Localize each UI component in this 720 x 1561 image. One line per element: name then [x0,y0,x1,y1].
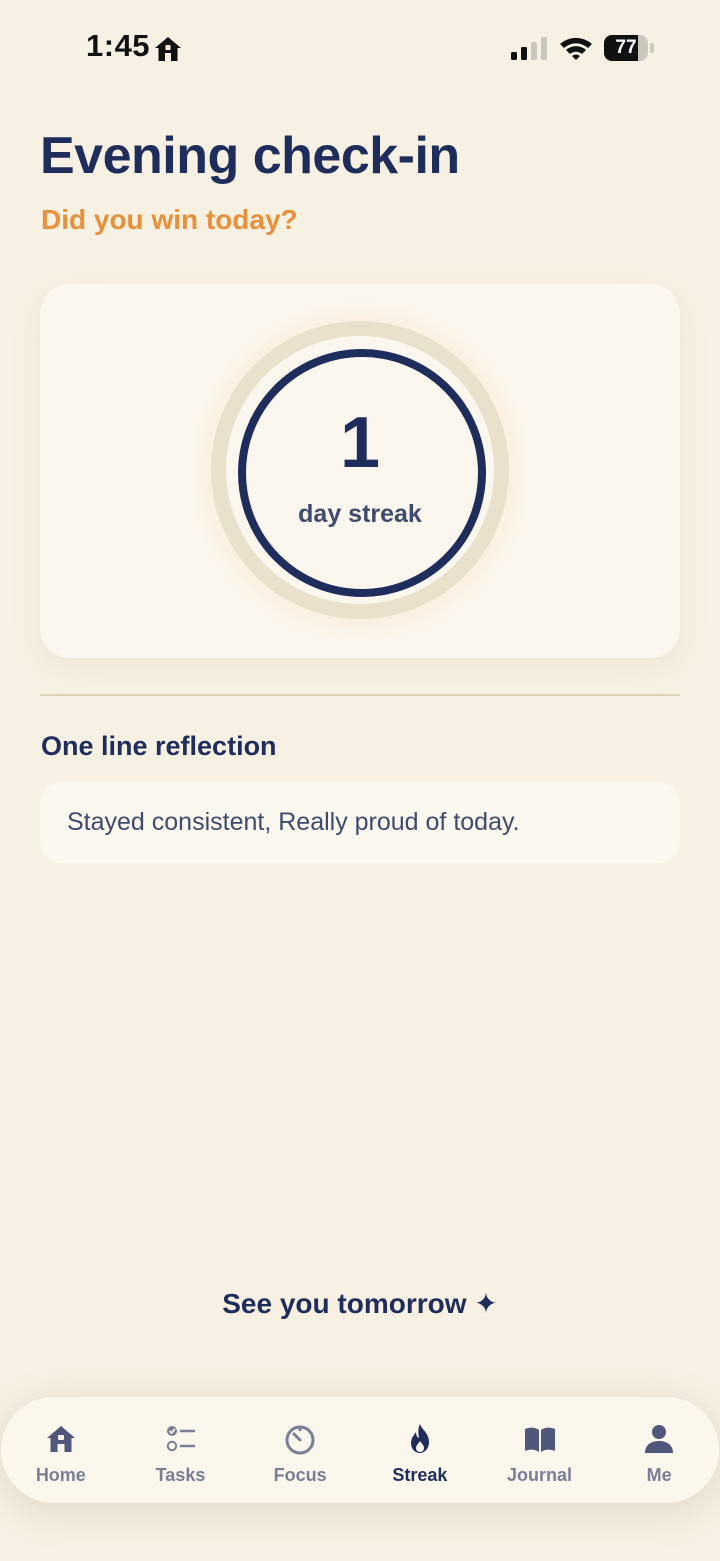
battery-icon: 77 [604,35,654,61]
streak-count: 1 [339,403,381,483]
footer-message: See you tomorrow ✦ [222,1288,498,1319]
status-time: 1:45 [86,28,151,63]
reflection-heading: One line reflection [41,731,277,761]
timer-icon [285,1425,315,1455]
tasks-icon [166,1426,195,1452]
wifi-icon [560,37,592,60]
reflection-input[interactable]: Stayed consistent, Really proud of today… [40,782,680,863]
tab-label: Me [646,1465,672,1485]
tab-label: Journal [507,1465,573,1485]
streak-label: day streak [298,500,422,528]
tab-bar: Home Tasks Focus Streak Journal Me [1,1397,719,1503]
person-icon [645,1425,674,1453]
battery-level: 77 [615,37,637,58]
tab-label: Focus [273,1465,327,1485]
divider [40,694,680,696]
tab-tasks[interactable]: Tasks [121,1397,241,1503]
tab-me[interactable]: Me [599,1397,719,1503]
flame-icon [410,1424,429,1453]
page-title: Evening check-in [40,127,460,185]
battery-tip [650,43,654,53]
book-icon [524,1427,555,1452]
page-subtitle: Did you win today? [41,204,298,235]
status-bar: 1:45 77 [0,0,720,96]
tab-home[interactable]: Home [1,1397,121,1503]
tab-journal[interactable]: Journal [480,1397,600,1503]
tab-label: Home [35,1465,86,1485]
tab-streak[interactable]: Streak [360,1397,480,1503]
home-icon [46,1426,75,1452]
streak-card: 1 day streak [40,284,680,658]
cellular-signal-icon [511,37,547,60]
home-status-icon [155,37,181,61]
tab-focus[interactable]: Focus [240,1397,360,1503]
tab-label: Streak [392,1465,448,1485]
tab-label: Tasks [155,1465,206,1485]
battery-body: 77 [604,35,648,61]
